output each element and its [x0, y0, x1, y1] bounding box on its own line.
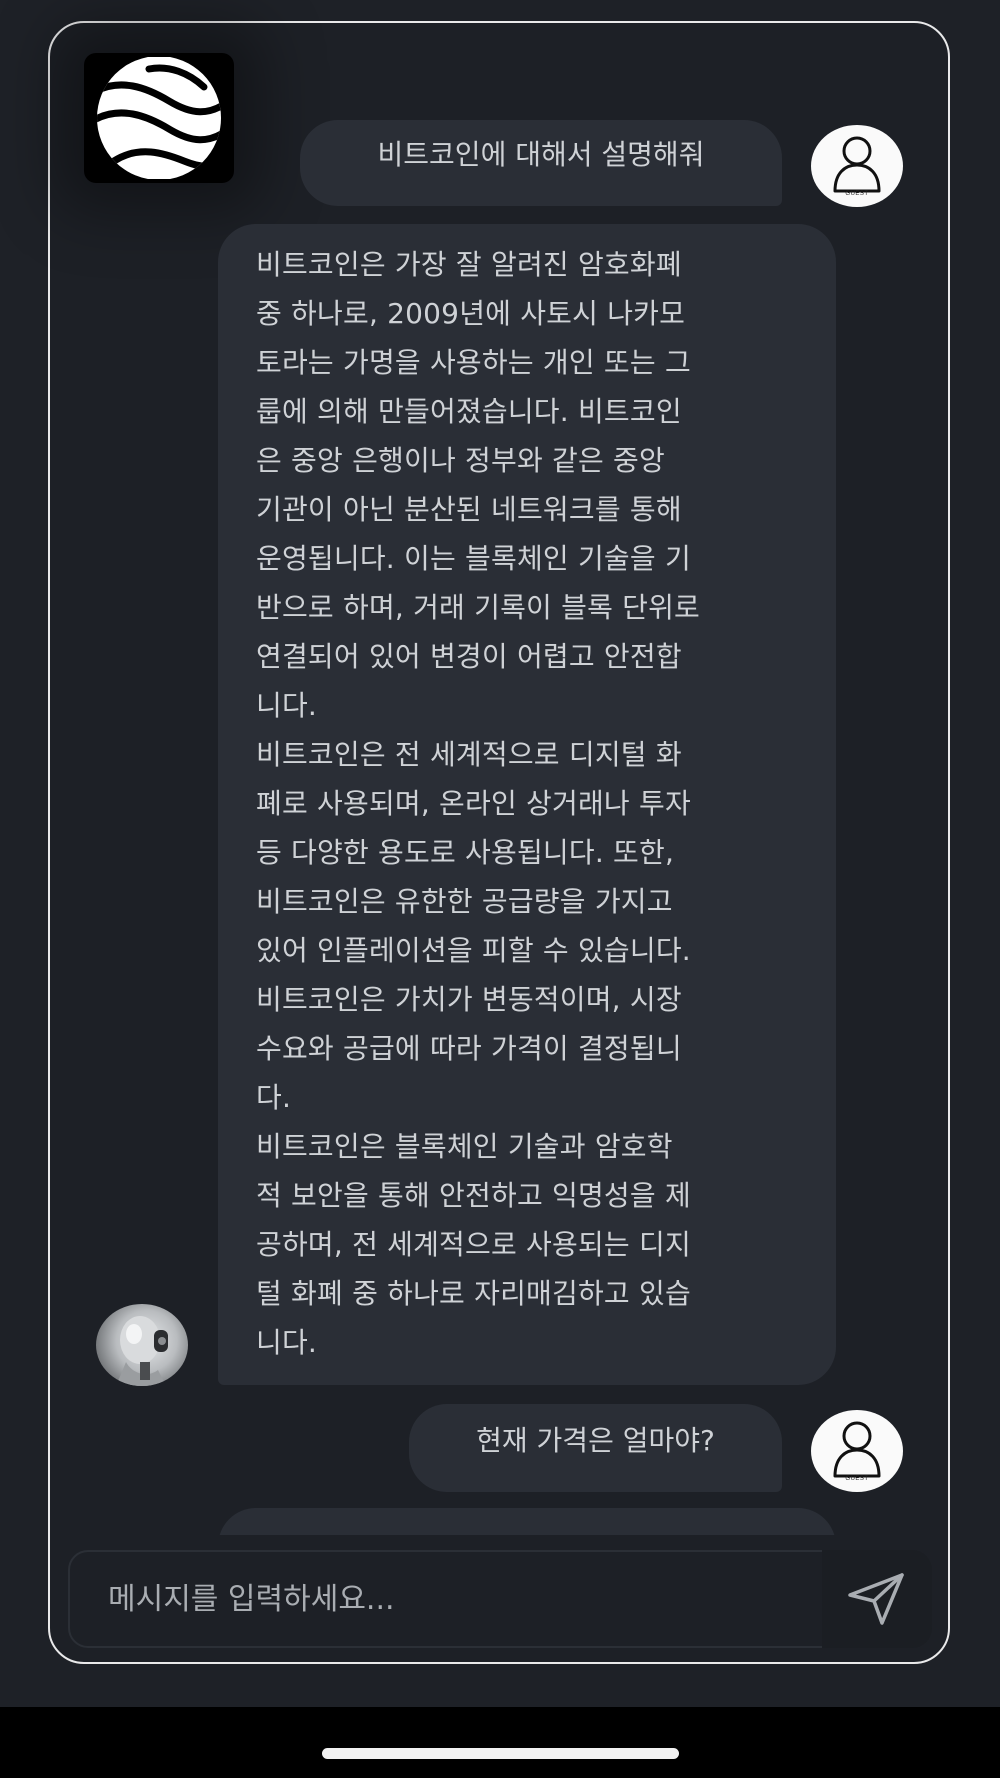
assistant-message-text: 비트코인은 가장 잘 알려진 암호화폐 중 하나로, 2009년에 사토시 나카… — [256, 248, 701, 1359]
user-message: 현재 가격은 얼마야? — [409, 1404, 782, 1492]
message-input[interactable] — [68, 1550, 824, 1648]
chat-screen: 비트코인에 대해서 설명해줘 GUEST 비트코인은 가장 잘 알려진 암호화폐… — [0, 0, 1000, 1778]
user-message: 비트코인에 대해서 설명해줘 — [300, 120, 782, 206]
assistant-avatar — [96, 1304, 188, 1386]
message-list-edge — [50, 1535, 948, 1551]
paper-plane-icon — [848, 1573, 904, 1625]
user-message-text: 현재 가격은 얼마야? — [476, 1424, 715, 1457]
guest-avatar: GUEST — [811, 125, 903, 207]
wave-globe-logo-icon — [97, 57, 221, 179]
guest-label: GUEST — [845, 1476, 869, 1482]
user-message-text: 비트코인에 대해서 설명해줘 — [377, 138, 705, 171]
guest-label: GUEST — [845, 191, 869, 197]
guest-avatar: GUEST — [811, 1410, 903, 1492]
robot-avatar — [116, 1316, 168, 1386]
brand-logo — [84, 53, 234, 183]
send-button[interactable] — [822, 1550, 932, 1648]
assistant-message: 비트코인은 가장 잘 알려진 암호화폐 중 하나로, 2009년에 사토시 나카… — [218, 224, 836, 1385]
home-indicator[interactable] — [322, 1748, 679, 1759]
message-composer — [68, 1550, 932, 1648]
bottom-bar — [0, 1707, 1000, 1778]
